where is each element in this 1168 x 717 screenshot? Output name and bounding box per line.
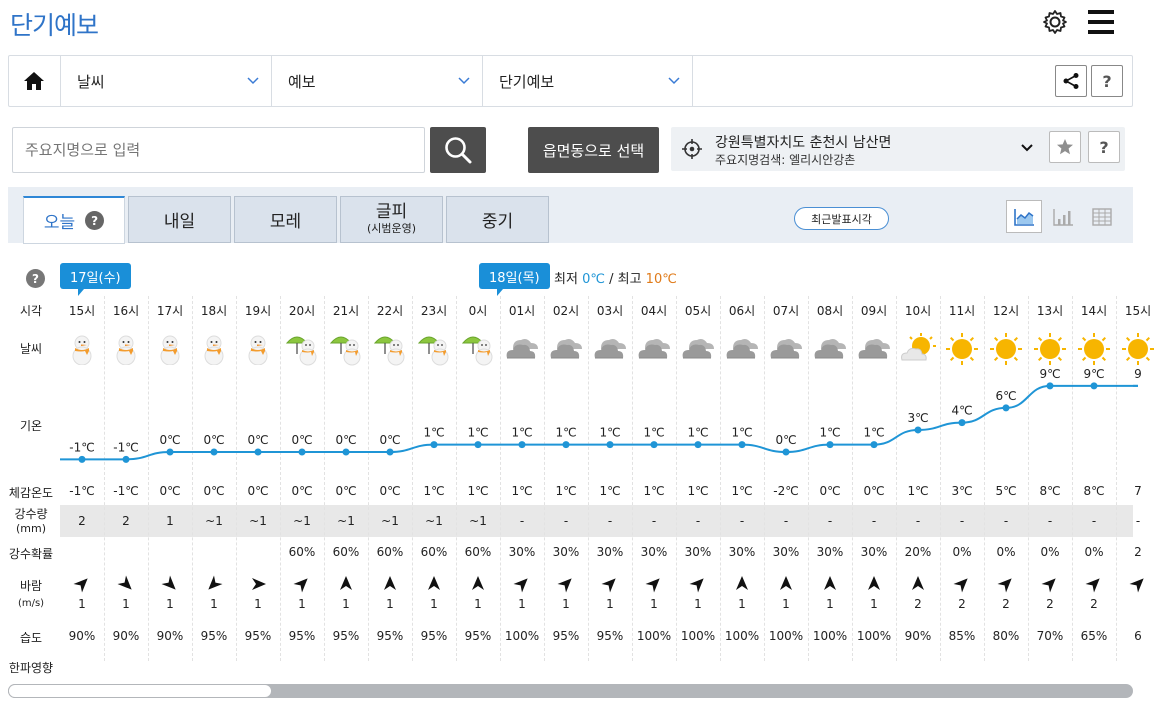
temp-point [1090,382,1098,390]
temp-point [210,448,218,456]
temp-label: 0℃ [247,433,268,447]
temp-point [958,419,966,427]
temp-point [166,448,174,456]
temp-point [694,441,702,449]
temp-label: 1℃ [643,426,664,440]
temp-point [386,448,394,456]
temp-label: 0℃ [379,433,400,447]
temp-label: 0℃ [159,433,180,447]
temp-point [826,441,834,449]
temp-label: 3℃ [907,411,928,425]
temp-point [430,441,438,449]
temp-point [650,441,658,449]
temp-label: 9℃ [1039,367,1060,381]
scrollbar-thumb[interactable] [8,684,272,698]
temp-point [562,441,570,449]
temp-point [1046,382,1054,390]
temp-label: 9℃ [1083,367,1104,381]
temp-label: -1℃ [113,440,138,454]
temp-point [606,441,614,449]
temp-point [254,448,262,456]
temp-label: 1℃ [467,426,488,440]
temp-point [914,426,922,434]
temp-point [738,441,746,449]
temp-point [870,441,878,449]
temp-label: 1℃ [423,426,444,440]
temp-label: 1℃ [511,426,532,440]
temp-label: 1℃ [555,426,576,440]
temp-point [78,455,86,463]
temp-label: 6℃ [995,389,1016,403]
temp-label: 1℃ [819,426,840,440]
temp-label: 0℃ [775,433,796,447]
temp-label: 1℃ [599,426,620,440]
temp-point [782,448,790,456]
temp-point [342,448,350,456]
temp-label: 0℃ [203,433,224,447]
temp-point [474,441,482,449]
temp-label: 9 [1134,367,1142,381]
temp-label: 0℃ [291,433,312,447]
temp-label: 1℃ [863,426,884,440]
temp-label: 0℃ [335,433,356,447]
temp-label: 1℃ [731,426,752,440]
temp-chart: -1℃ -1℃ 0℃ 0℃ 0℃ 0℃ 0℃ 0℃ 1℃ 1℃ 1℃ 1℃ 1℃ 1℃ 1℃ 1℃ 0℃ 1℃ 1℃… [60,367,1142,463]
temp-point [1002,404,1010,412]
temp-label: 1℃ [687,426,708,440]
temp-point [298,448,306,456]
temp-label: -1℃ [69,440,94,454]
temp-label: 4℃ [951,404,972,418]
temp-point [122,455,130,463]
temp-point [518,441,526,449]
temp-line [82,384,1138,461]
